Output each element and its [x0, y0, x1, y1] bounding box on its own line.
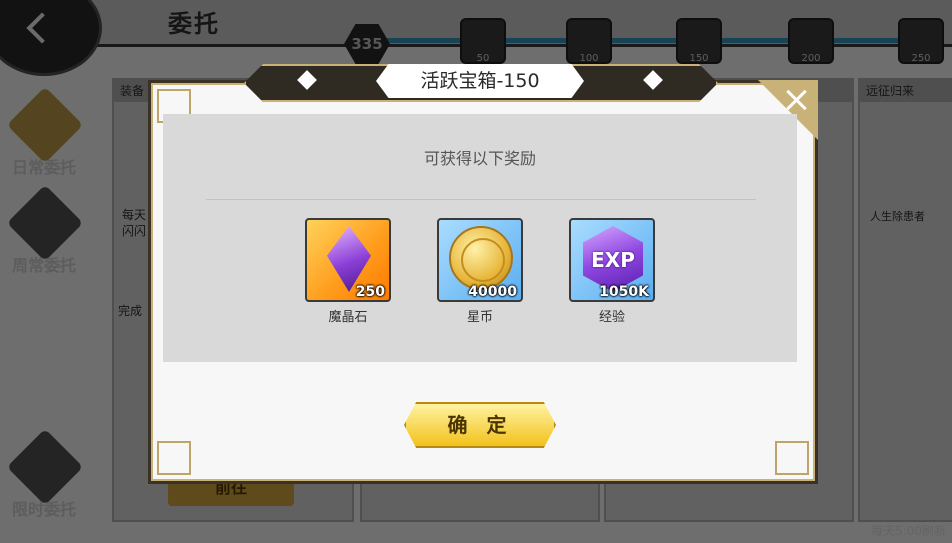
page-title: 委托 [168, 10, 220, 38]
reward-name: 星币 [466, 310, 493, 325]
reward-item-star-coin[interactable]: 40000 [437, 218, 523, 302]
exp-icon-text: EXP [591, 248, 635, 272]
corner-ornament [157, 441, 191, 475]
reward-item-magic-crystal[interactable]: 250 [305, 218, 391, 302]
reward-name: 经验 [598, 310, 625, 325]
dialog-title: 活跃宝箱-150 [420, 70, 540, 92]
sidebar-tab-weekly[interactable]: 周常委托 [0, 184, 88, 276]
sidebar-tab-daily[interactable]: 日常委托 [0, 86, 88, 178]
reward-quantity: 250 [355, 284, 385, 300]
chest-50[interactable]: 50 [460, 18, 506, 64]
corner-ornament [775, 441, 809, 475]
weekly-task-icon [6, 184, 84, 262]
reward-heading: 可获得以下奖励 [423, 149, 536, 168]
chest-150[interactable]: 150 [676, 18, 722, 64]
chest-250[interactable]: 250 [898, 18, 944, 64]
reward-quantity: 1050K [599, 284, 649, 300]
refresh-time-label: 每天5:00刷新 [871, 524, 946, 538]
divider [206, 199, 756, 200]
back-button[interactable] [0, 0, 102, 76]
top-bar: 委托 335 50 100 150 200 250 [0, 0, 952, 64]
sidebar-tab-limited[interactable]: 限时委托 [0, 428, 88, 520]
activity-progress-bar [370, 38, 930, 43]
reward-item-exp[interactable]: EXP 1050K [569, 218, 655, 302]
star-coin-icon [449, 226, 513, 290]
limited-task-icon [6, 428, 84, 506]
confirm-button-label[interactable]: 确 定 [404, 402, 556, 448]
reward-quantity: 40000 [468, 284, 517, 300]
daily-task-icon [6, 86, 84, 164]
activity-score: 335 [344, 24, 390, 64]
back-arrow-icon [26, 12, 58, 44]
magic-crystal-icon [327, 226, 371, 292]
chest-200[interactable]: 200 [788, 18, 834, 64]
reward-name: 魔晶石 [328, 310, 368, 325]
task-card: 远征归来 人生除患者 [858, 78, 952, 522]
close-icon[interactable] [783, 87, 809, 113]
chest-100[interactable]: 100 [566, 18, 612, 64]
